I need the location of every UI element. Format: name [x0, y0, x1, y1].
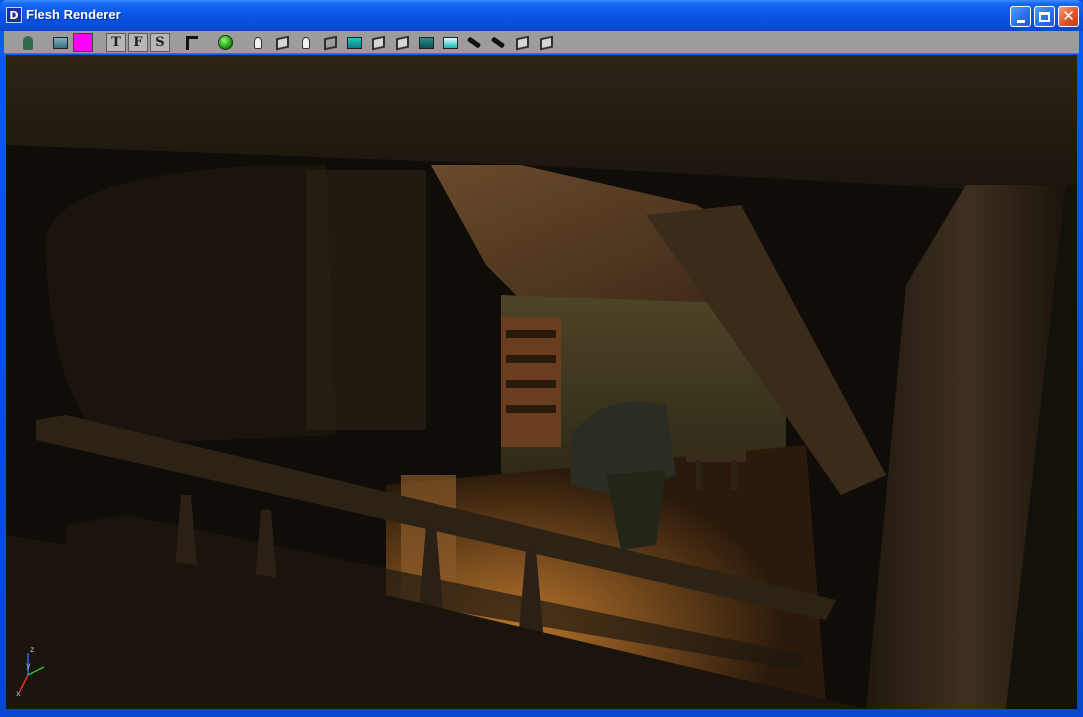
cube-icon	[346, 36, 362, 49]
minimize-icon	[1016, 19, 1025, 23]
cube-icon	[323, 35, 337, 50]
flat-tool[interactable]	[536, 33, 556, 52]
z-axis-label: z	[30, 645, 35, 654]
side-view-label: S	[155, 35, 165, 50]
app-icon-glyph: D	[9, 8, 19, 22]
top-view-button[interactable]: T	[106, 33, 126, 52]
toolbar: T F S	[4, 31, 1079, 54]
image-icon	[418, 36, 434, 49]
maximize-icon	[1039, 11, 1050, 22]
window-title: Flesh Renderer	[26, 7, 121, 22]
front-view-label: F	[133, 35, 143, 50]
stamp-tool[interactable]	[182, 33, 202, 52]
person-tool[interactable]	[18, 33, 38, 52]
cube-icon	[371, 35, 385, 50]
wireframe-tool[interactable]	[320, 33, 340, 52]
cube-icon	[515, 35, 529, 50]
cube-icon	[539, 35, 553, 50]
minimize-button[interactable]	[1010, 6, 1031, 27]
terrain-tool[interactable]	[440, 33, 460, 52]
light-100-tool[interactable]	[248, 33, 268, 52]
maximize-button[interactable]	[1034, 6, 1055, 27]
light-tool[interactable]	[296, 33, 316, 52]
cube-icon	[395, 35, 409, 50]
scene-render	[6, 55, 1077, 709]
terrain-icon	[442, 36, 458, 49]
layer-tool[interactable]	[392, 33, 412, 52]
x-axis-label: x	[16, 689, 21, 698]
pick-tool[interactable]	[464, 33, 484, 52]
render-toggle[interactable]	[215, 33, 235, 52]
scale-tool[interactable]	[344, 33, 364, 52]
cube-icon	[275, 35, 289, 50]
texture-tool[interactable]	[416, 33, 436, 52]
y-axis-label: y	[26, 661, 31, 670]
move-tool[interactable]	[488, 33, 508, 52]
top-view-label: T	[111, 35, 121, 50]
close-icon: ✕	[1062, 7, 1075, 25]
front-view-button[interactable]: F	[128, 33, 148, 52]
stamp-icon	[186, 35, 198, 50]
bulb-icon	[302, 36, 310, 49]
arrow-icon	[490, 36, 506, 49]
object-tool[interactable]	[272, 33, 292, 52]
title-bar[interactable]: D Flesh Renderer ✕	[0, 0, 1083, 31]
person-icon	[23, 35, 33, 50]
bulb-icon	[254, 36, 262, 49]
side-view-button[interactable]: S	[150, 33, 170, 52]
arrow-icon	[466, 36, 482, 49]
render-viewport[interactable]: z y x	[6, 55, 1077, 709]
paint-tool[interactable]	[50, 33, 70, 52]
green-circle-icon	[217, 35, 233, 50]
color-swatch[interactable]	[73, 33, 93, 52]
bucket-icon	[52, 36, 68, 49]
renderer-window: D Flesh Renderer ✕ T F S z y x	[0, 0, 1083, 717]
camera-tool[interactable]	[368, 33, 388, 52]
app-icon[interactable]: D	[6, 7, 22, 23]
box-tool[interactable]	[512, 33, 532, 52]
close-button[interactable]: ✕	[1058, 6, 1079, 27]
